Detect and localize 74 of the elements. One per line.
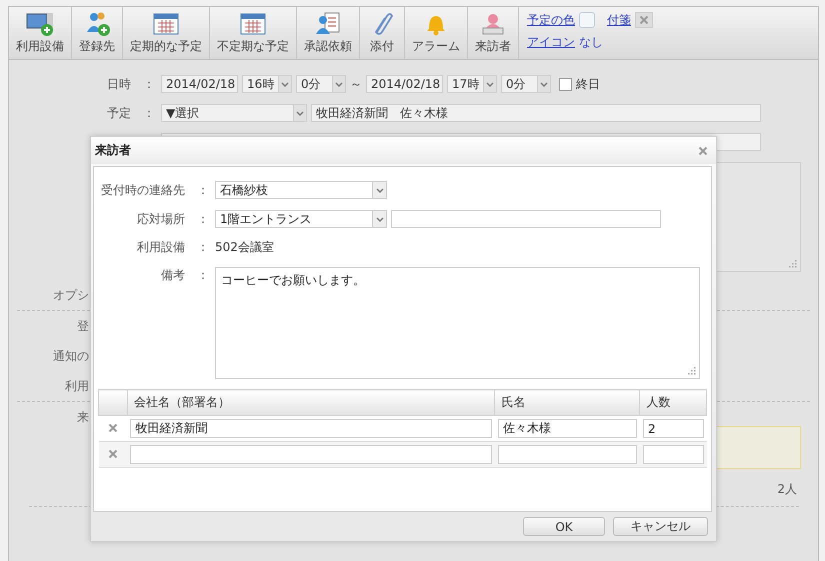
section-label: オプシ: [52, 287, 89, 304]
checkbox-label: 終日: [576, 76, 600, 92]
toolbar-button[interactable]: 利用設備: [9, 7, 72, 59]
date-field[interactable]: 2014/02/18: [366, 75, 443, 93]
close-icon[interactable]: [698, 146, 708, 156]
section-label: 利用: [64, 378, 89, 395]
section-label: 登: [76, 318, 89, 335]
table-input[interactable]: 牧田経済新聞: [130, 419, 492, 438]
label-colon: ：: [197, 239, 209, 256]
chevron-down-icon: [334, 80, 344, 88]
resize-grip-icon: [788, 259, 797, 268]
icon-value: なし: [579, 34, 603, 48]
color-swatch[interactable]: [579, 12, 595, 28]
field-label: 応対場所: [137, 210, 185, 228]
table-input[interactable]: [642, 445, 704, 464]
delete-row-icon[interactable]: [108, 448, 118, 458]
icon-link[interactable]: アイコン: [527, 34, 575, 48]
toolbar-button[interactable]: アラーム: [405, 7, 468, 59]
field-label: 利用設備: [137, 239, 185, 256]
section-label: 来: [76, 409, 89, 426]
label-colon: ：: [143, 76, 155, 92]
dialog-title: 来訪者: [95, 142, 131, 159]
cross-icon: [639, 15, 649, 26]
column-header: 会社名（部署名）: [127, 390, 495, 416]
dropdown-field[interactable]: 石橋紗枝: [215, 181, 387, 199]
table-input[interactable]: [130, 445, 492, 464]
table-input[interactable]: 佐々木様: [498, 419, 637, 438]
monitor-add-icon: [25, 10, 55, 36]
chevron-down-icon: [539, 80, 549, 88]
chevron-down-icon: [485, 80, 496, 88]
resize-grip-icon: [687, 366, 696, 375]
label-colon: ：: [197, 182, 209, 198]
chevron-down-icon: [280, 80, 290, 88]
chevron-down-icon: [374, 214, 384, 224]
hour-select[interactable]: 16時: [242, 75, 292, 93]
table-input[interactable]: 2: [642, 419, 704, 438]
label-colon: ：: [143, 104, 155, 122]
column-header: 人数: [640, 390, 706, 416]
schedule-color-link[interactable]: 予定の色: [527, 12, 575, 26]
hour-select[interactable]: 17時: [447, 75, 497, 93]
toolbar-button[interactable]: 登録先: [72, 7, 123, 59]
column-header: 氏名: [494, 390, 640, 416]
toolbar-button[interactable]: 不定期な予定: [210, 7, 297, 59]
dropdown-field[interactable]: 1階エントランス: [215, 210, 387, 228]
sticky-note-link[interactable]: 付箋: [607, 12, 631, 26]
toolbar-button[interactable]: 承認依頼: [297, 7, 360, 59]
all-day-checkbox[interactable]: [559, 78, 572, 90]
note-field[interactable]: コーヒーでお願いします。: [215, 267, 700, 379]
clear-button[interactable]: [635, 12, 653, 28]
minute-select[interactable]: 0分: [296, 75, 346, 93]
schedule-select[interactable]: ▼選択: [161, 104, 307, 122]
chevron-down-icon: [295, 108, 305, 118]
cancel-button[interactable]: キャンセル: [613, 517, 708, 536]
section-label: 通知の: [52, 348, 89, 365]
title-field[interactable]: 牧田経済新聞 佐々木様: [311, 104, 761, 122]
range-separator: ～: [350, 76, 362, 92]
visitor-count: 2人: [776, 481, 797, 498]
delete-row-icon[interactable]: [108, 422, 118, 432]
text-field[interactable]: [391, 210, 661, 228]
table-input[interactable]: [498, 445, 637, 464]
field-value: 502会議室: [215, 239, 274, 256]
field-label: 備考: [161, 267, 185, 284]
label-colon: ：: [197, 267, 209, 284]
field-label: 予定: [107, 104, 131, 122]
ok-button[interactable]: OK: [523, 517, 605, 536]
toolbar-button[interactable]: 添付: [360, 7, 405, 59]
chevron-down-icon: [374, 186, 384, 194]
toolbar-button[interactable]: 来訪者: [468, 7, 519, 59]
field-label: 受付時の連絡先: [101, 182, 185, 198]
label-colon: ：: [197, 210, 209, 228]
field-label: 日時: [107, 76, 131, 92]
minute-select[interactable]: 0分: [501, 75, 551, 93]
date-field[interactable]: 2014/02/18: [161, 75, 238, 93]
toolbar-button[interactable]: 定期的な予定: [123, 7, 210, 59]
